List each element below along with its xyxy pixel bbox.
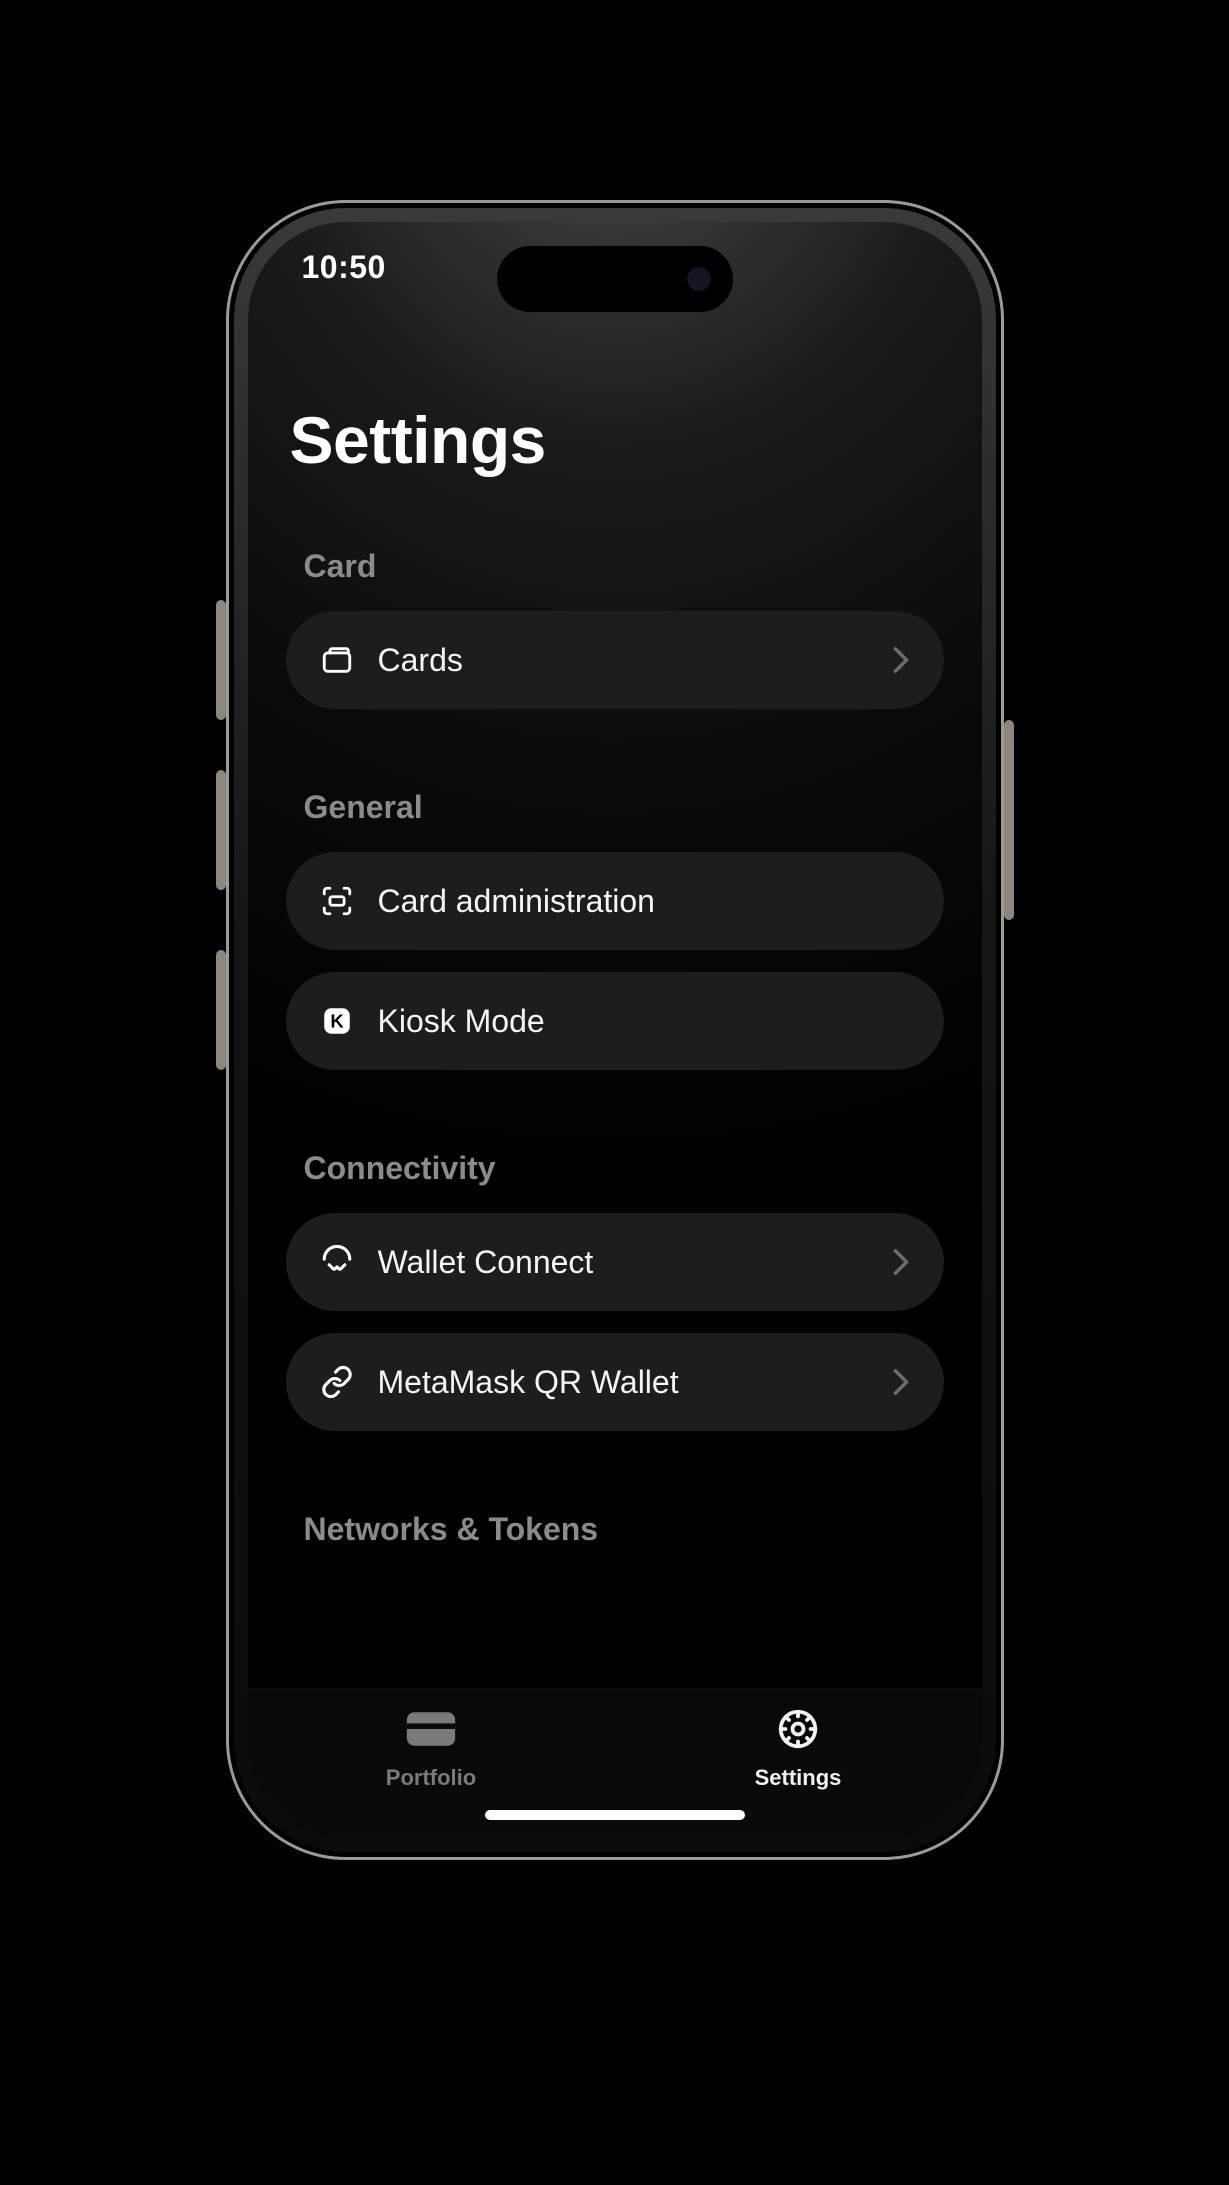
tab-portfolio[interactable]: Portfolio [248, 1707, 615, 1791]
section-header-networks: Networks & Tokens [304, 1511, 944, 1548]
page-title: Settings [290, 402, 944, 478]
phone-screen: 10:50 Settings Card [248, 222, 982, 1838]
section-connectivity: Connectivity Wallet Connect MetaMask QR … [286, 1150, 944, 1431]
row-kiosk-mode[interactable]: K Kiosk Mode [286, 972, 944, 1070]
tab-bar: Portfolio Settings [248, 1688, 982, 1838]
row-wallet-connect[interactable]: Wallet Connect [286, 1213, 944, 1311]
row-label: Card administration [378, 883, 910, 920]
svg-text:K: K [330, 1010, 344, 1031]
settings-content[interactable]: Settings Card Cards General [248, 372, 982, 1688]
phone-frame: 10:50 Settings Card [226, 200, 1004, 1860]
row-label: MetaMask QR Wallet [378, 1364, 880, 1401]
link-icon [320, 1365, 354, 1399]
section-header-general: General [304, 789, 944, 826]
tab-label: Settings [755, 1765, 842, 1791]
tab-label: Portfolio [386, 1765, 476, 1791]
section-header-card: Card [304, 548, 944, 585]
kiosk-icon: K [320, 1004, 354, 1038]
section-general: General Card administration K Kiosk Mode [286, 789, 944, 1070]
section-header-connectivity: Connectivity [304, 1150, 944, 1187]
row-label: Wallet Connect [378, 1244, 880, 1281]
row-cards[interactable]: Cards [286, 611, 944, 709]
row-card-administration[interactable]: Card administration [286, 852, 944, 950]
chevron-right-icon [892, 1248, 910, 1276]
section-networks: Networks & Tokens [286, 1511, 944, 1548]
row-label: Cards [378, 642, 880, 679]
wallet-connect-icon [320, 1245, 354, 1279]
chevron-right-icon [892, 646, 910, 674]
gear-icon [772, 1707, 824, 1757]
row-label: Kiosk Mode [378, 1003, 910, 1040]
dynamic-island [497, 246, 733, 312]
section-card: Card Cards [286, 548, 944, 709]
scan-card-icon [320, 884, 354, 918]
wallet-card-icon [320, 643, 354, 677]
chevron-right-icon [892, 1368, 910, 1396]
status-time: 10:50 [302, 249, 386, 286]
home-indicator[interactable] [485, 1810, 745, 1820]
portfolio-icon [405, 1707, 457, 1757]
tab-settings[interactable]: Settings [615, 1707, 982, 1791]
row-metamask-qr-wallet[interactable]: MetaMask QR Wallet [286, 1333, 944, 1431]
